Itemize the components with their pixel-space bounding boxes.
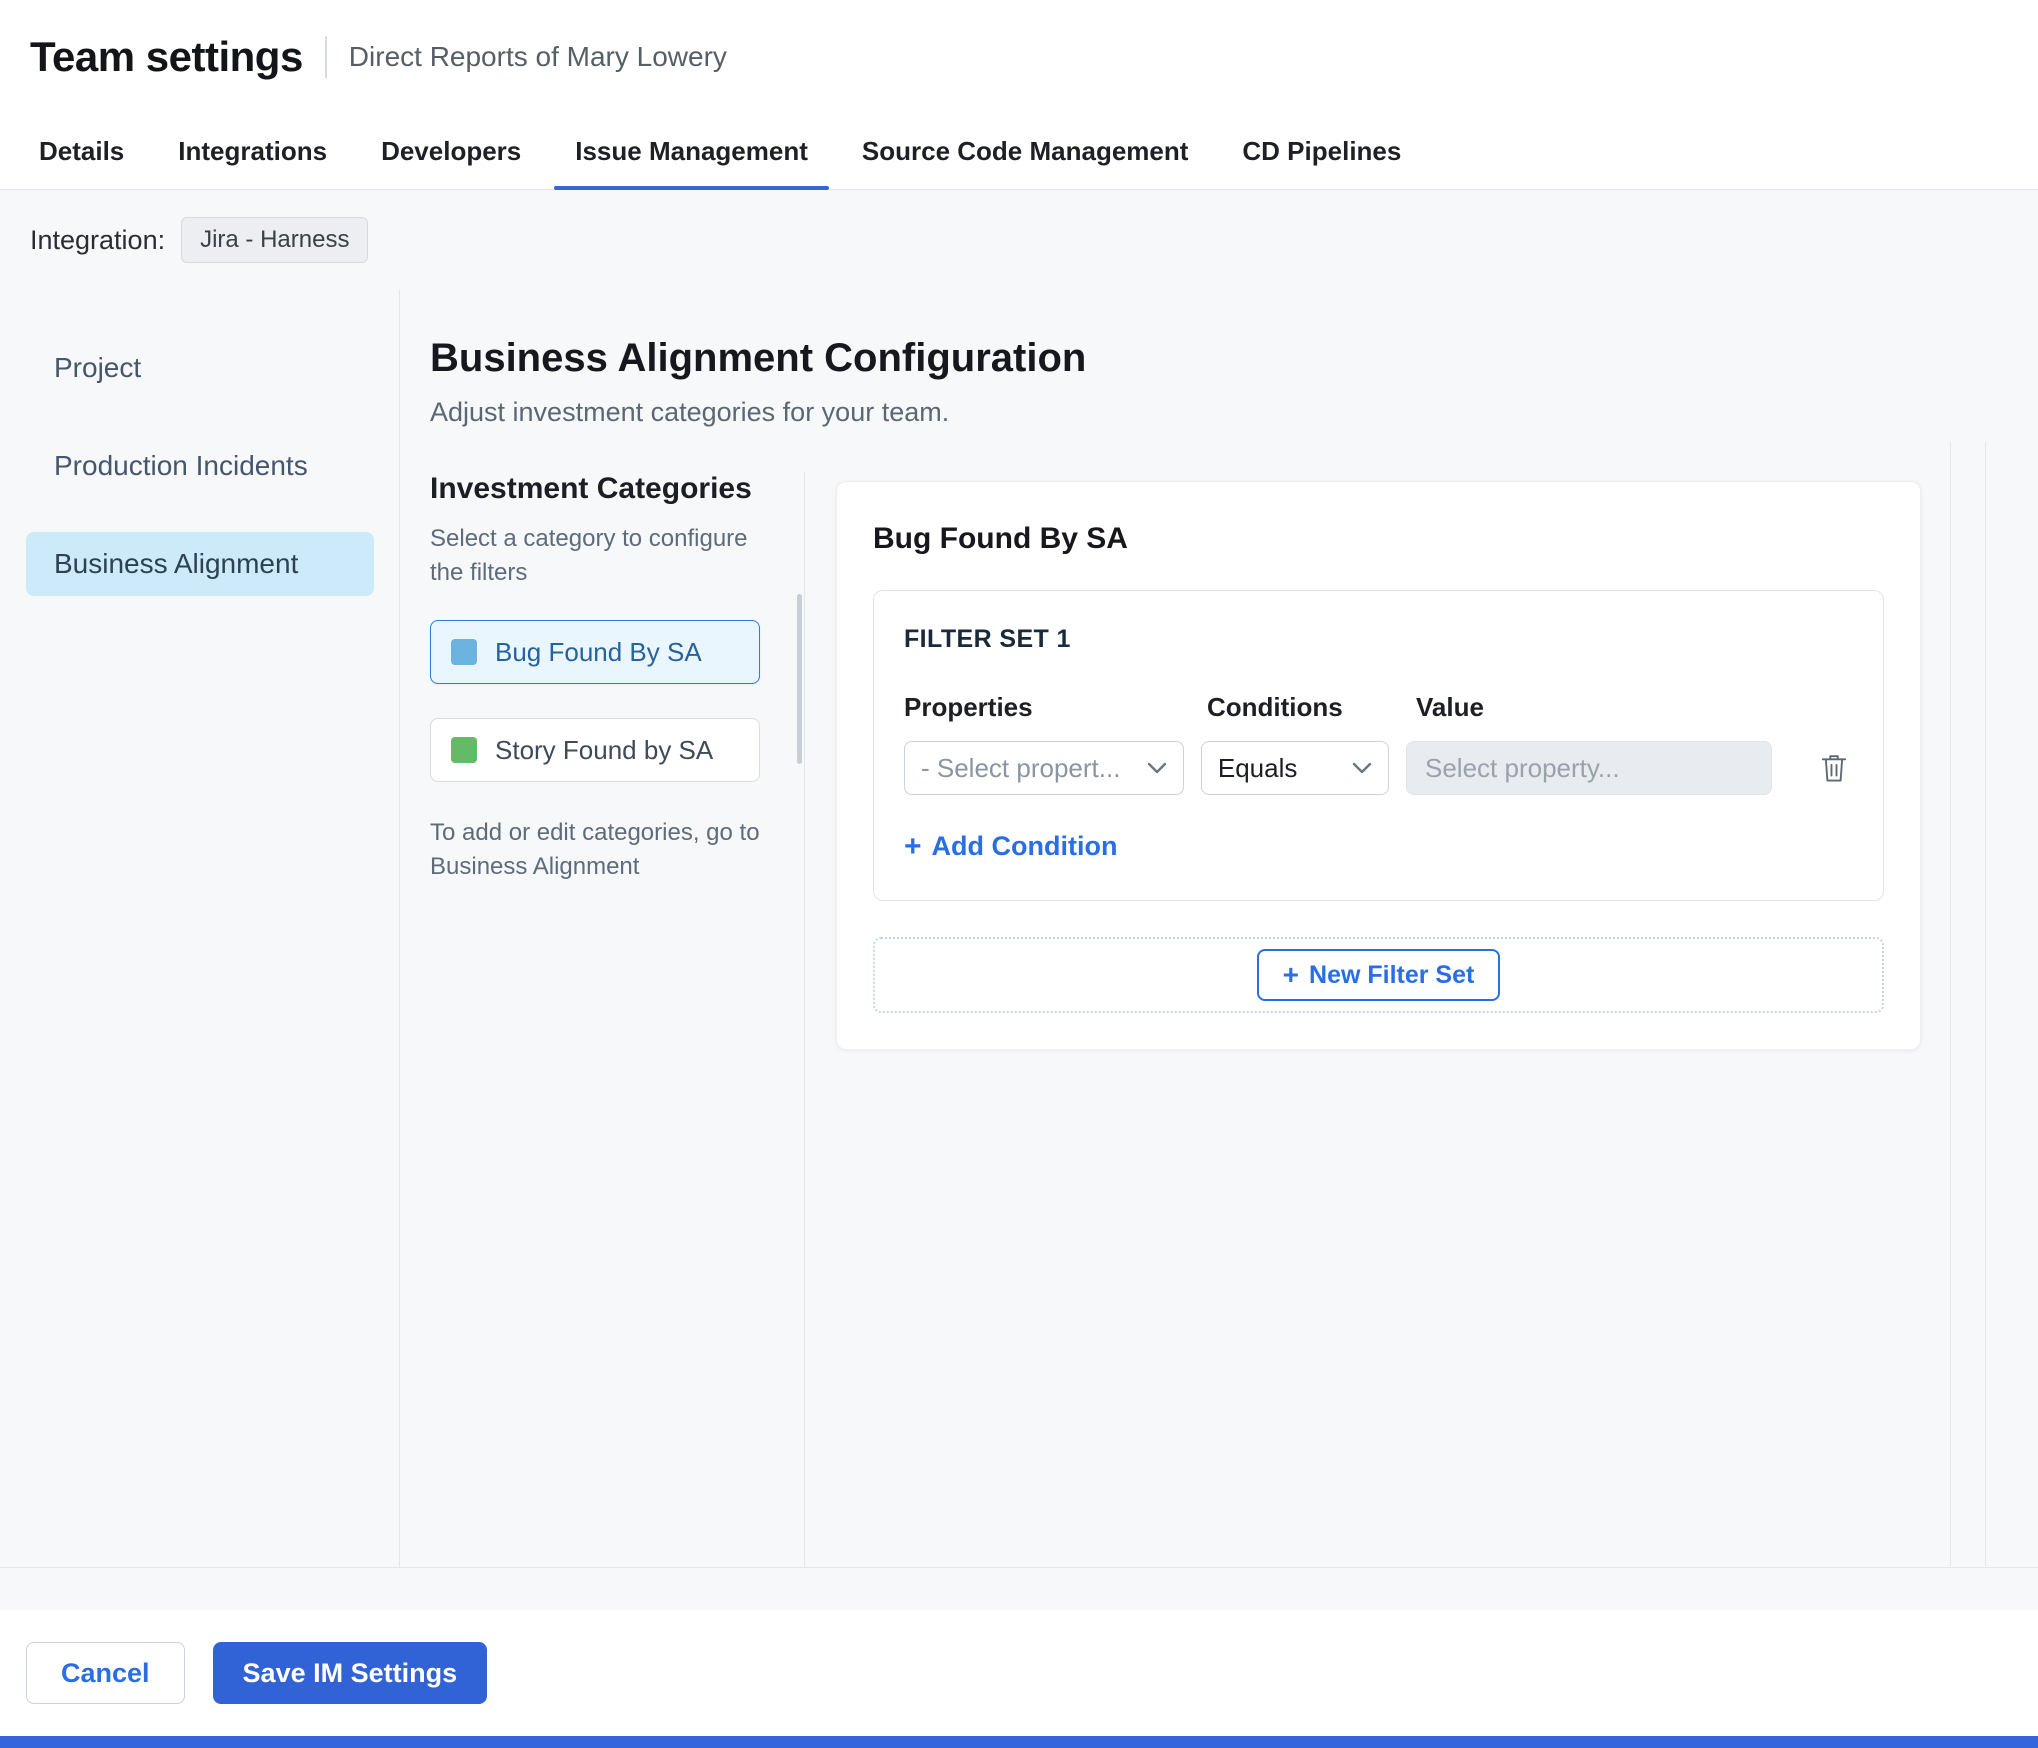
tab-cd-pipelines[interactable]: CD Pipelines [1215,114,1428,189]
plus-icon: + [904,829,922,863]
value-column-label: Value [1416,692,1484,722]
chevron-down-icon [1147,762,1167,774]
tab-bar: Details Integrations Developers Issue Ma… [0,114,2038,190]
scrollbar-track[interactable] [1985,442,1986,1566]
tab-details[interactable]: Details [12,114,151,189]
plus-icon: + [1282,959,1300,990]
sidebar-item-production-incidents[interactable]: Production Incidents [26,434,374,498]
investment-categories-helper: Select a category to configure the filte… [430,525,748,586]
category-label: Bug Found By SA [495,636,702,667]
properties-select[interactable]: - Select propert... [904,741,1184,795]
main-panel: Business Alignment Configuration Adjust … [400,290,2038,1567]
filter-configuration-column: Bug Found By SA FILTER SET 1 Properties … [804,472,2038,1567]
investment-categories-title: Investment Categories [430,472,752,505]
category-footnote: To add or edit categories, go to Busines… [430,819,760,880]
sidebar-item-business-alignment[interactable]: Business Alignment [26,532,374,596]
condition-row: - Select propert... Equals [904,741,1853,795]
properties-select-value: - Select propert... [921,752,1121,783]
filter-set-title: FILTER SET 1 [904,625,1071,653]
new-filter-set-button[interactable]: + New Filter Set [1256,949,1501,1001]
tab-integrations[interactable]: Integrations [151,114,354,189]
integration-row: Integration: Jira - Harness [0,190,2038,290]
page-title: Team settings [30,33,303,80]
category-bug-found-by-sa[interactable]: Bug Found By SA [430,620,760,684]
filter-set-1: FILTER SET 1 Properties Conditions Value… [873,590,1884,901]
section-subtitle: Adjust investment categories for your te… [430,397,950,427]
category-label: Story Found by SA [495,734,714,765]
chevron-down-icon [1352,762,1372,774]
tab-source-code-management[interactable]: Source Code Management [835,114,1216,189]
title-divider [324,36,327,78]
config-card-title: Bug Found By SA [873,522,1128,555]
tab-issue-management[interactable]: Issue Management [548,114,835,190]
team-settings-page: Team settings Direct Reports of Mary Low… [0,0,2038,1748]
new-filter-set-label: New Filter Set [1309,960,1475,989]
add-condition-button[interactable]: + Add Condition [904,831,1117,862]
cancel-button[interactable]: Cancel [26,1642,185,1704]
delete-condition-button[interactable] [1815,747,1853,789]
content-area: Project Production Incidents Business Al… [0,290,2038,1568]
investment-categories-column: Investment Categories Select a category … [430,472,804,1567]
category-color-swatch [451,737,477,763]
trash-icon [1821,755,1847,782]
category-scrollbar-thumb[interactable] [797,594,802,764]
category-color-swatch [451,639,477,665]
save-im-settings-button[interactable]: Save IM Settings [212,1642,488,1704]
bottom-accent-bar [0,1736,2038,1748]
add-condition-label: Add Condition [931,831,1118,861]
integration-label: Integration: [30,224,166,255]
conditions-column-label: Conditions [1207,692,1343,722]
panel-scroll-divider [1950,442,1951,1566]
category-list: Bug Found By SA Story Found by SA [430,620,790,782]
category-story-found-by-sa[interactable]: Story Found by SA [430,718,760,782]
page-subtitle: Direct Reports of Mary Lowery [348,41,727,72]
sidebar-item-project[interactable]: Project [26,336,374,400]
settings-sidebar: Project Production Incidents Business Al… [0,290,400,1567]
content-bottom-spacer [0,1568,2038,1610]
new-filter-set-zone: + New Filter Set [873,937,1884,1013]
page-header: Team settings Direct Reports of Mary Low… [0,0,2038,114]
conditions-select[interactable]: Equals [1200,741,1389,795]
filter-column-labels: Properties Conditions Value [904,692,1853,723]
value-input[interactable] [1406,741,1772,795]
properties-column-label: Properties [904,692,1033,722]
section-title: Business Alignment Configuration [430,336,1087,380]
footer-action-bar: Cancel Save IM Settings [0,1610,2038,1736]
tab-developers[interactable]: Developers [354,114,548,189]
integration-chip: Jira - Harness [181,217,369,263]
conditions-select-value: Equals [1217,752,1298,783]
category-config-card: Bug Found By SA FILTER SET 1 Properties … [836,481,1921,1050]
